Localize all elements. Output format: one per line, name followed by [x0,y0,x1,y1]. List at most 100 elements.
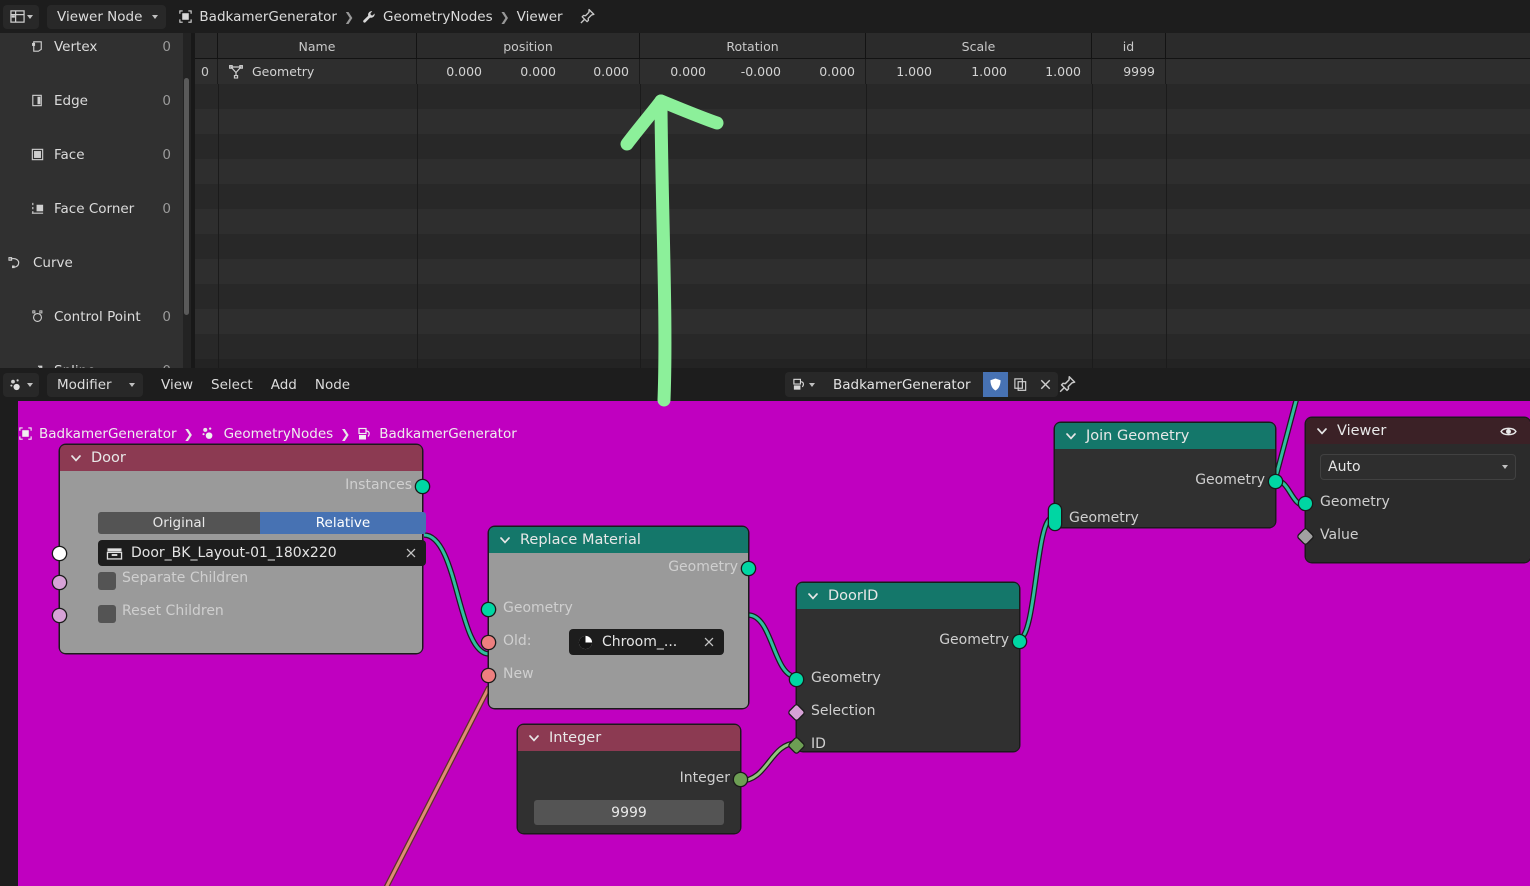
node-door-header[interactable]: Door [60,445,422,471]
table-body-background [195,84,1530,368]
ne-breadcrumb-nodegroup-label: BadkamerGenerator [379,425,517,442]
column-header-name[interactable]: Name [218,33,417,59]
column-header-scale[interactable]: Scale [866,33,1092,59]
socket-in-value[interactable] [1297,528,1314,545]
ne-breadcrumb-modifier[interactable]: GeometryNodes [201,425,334,442]
node-group-name-field[interactable]: BadkamerGenerator [821,372,983,397]
collapse-chevron-icon[interactable] [70,452,82,464]
collapse-chevron-icon[interactable] [499,534,511,546]
domain-row-vertex[interactable]: Vertex 0 [0,33,183,60]
unlink-button[interactable] [1032,372,1058,397]
geometry-nodes-editor-icon [10,378,20,390]
collapse-chevron-icon[interactable] [1316,425,1328,437]
domain-count: 0 [162,146,171,163]
cell-scale-x: 1.000 [896,64,932,79]
menu-node[interactable]: Node [315,377,350,393]
domain-label: Vertex [54,38,98,55]
object-field-value: Door_BK_Layout-01_180x220 [131,545,337,561]
socket-in-reset-children[interactable] [53,609,66,622]
node-viewer[interactable]: Viewer Auto Geometry Value [1297,418,1530,562]
viewer-domain-dropdown[interactable]: Auto [1320,454,1516,480]
domain-row-curve[interactable]: Curve [0,249,183,276]
button-original[interactable]: Original [98,512,260,534]
spreadsheet-domain-list: Vertex 0 Edge 0 Face 0 Face Corner 0 Cur… [0,33,183,600]
socket-in-geometry-multi[interactable] [1049,504,1061,530]
socket-out-integer[interactable] [734,773,747,786]
ne-breadcrumb-modifier-label: GeometryNodes [223,425,334,442]
node-join-geometry-body: Geometry Geometry [1049,449,1282,530]
socket-in-separate-children[interactable] [53,576,66,589]
domain-row-face-corner[interactable]: Face Corner 0 [0,195,183,222]
collapse-chevron-icon[interactable] [807,590,819,602]
pin-icon[interactable] [579,8,596,25]
spreadsheet-sidebar-scrollbar[interactable] [184,78,189,315]
spreadsheet-editor-type-button[interactable] [3,4,39,29]
socket-in-geometry[interactable] [482,603,495,616]
node-door-id[interactable]: DoorID Geometry Geometry Selection ID [788,583,1026,754]
node-integer-header[interactable]: Integer [518,725,740,751]
socket-in-id[interactable] [788,737,805,754]
socket-label-value: Value [1320,527,1359,543]
menu-select[interactable]: Select [211,377,253,393]
node-join-geometry[interactable]: Join Geometry Geometry Geometry [1049,423,1282,530]
material-field-old[interactable]: Chroom_... [569,629,724,655]
socket-in-new[interactable] [482,669,495,682]
breadcrumb-modifier[interactable]: GeometryNodes [361,9,493,25]
breadcrumb-modifier-label: GeometryNodes [383,8,493,25]
socket-in-old[interactable] [482,636,495,649]
pin-icon[interactable] [1058,375,1077,394]
breadcrumb-object[interactable]: BadkamerGenerator [178,9,337,25]
node-join-geometry-header[interactable]: Join Geometry [1055,423,1275,449]
domain-row-control-point[interactable]: Control Point 0 [0,303,183,330]
node-viewer-header[interactable]: Viewer [1306,418,1530,444]
ne-breadcrumb-nodegroup[interactable]: BadkamerGenerator [357,426,517,442]
node-group-icon [358,427,371,439]
node-integer[interactable]: Integer Integer 9999 [518,725,747,833]
domain-row-face[interactable]: Face 0 [0,141,183,168]
dataset-region-dropdown[interactable]: Viewer Node [47,4,167,29]
column-header-rotation[interactable]: Rotation [640,33,866,59]
cell-name-text: Geometry [252,64,315,79]
socket-in-object[interactable] [53,547,66,560]
collapse-chevron-icon[interactable] [528,732,540,744]
node-editor-toolbar-strip [0,401,18,886]
menu-view[interactable]: View [161,377,193,393]
node-editor-canvas[interactable]: BadkamerGenerator ❯ GeometryNodes ❯ Badk… [18,401,1530,886]
checkbox-separate-children[interactable] [98,572,116,590]
socket-label-id: ID [811,736,826,752]
socket-in-geometry[interactable] [790,673,803,686]
node-replace-material-header[interactable]: Replace Material [489,527,748,553]
collection-icon [106,547,123,560]
fake-user-toggle[interactable] [982,372,1008,397]
column-header-id[interactable]: id [1092,33,1166,59]
node-editor-type-button[interactable] [3,372,39,397]
menu-add[interactable]: Add [271,377,297,393]
socket-out-geometry[interactable] [1269,475,1282,488]
viewer-eye-icon[interactable] [1499,422,1518,441]
geometry-nodes-icon [202,427,212,439]
column-header-position[interactable]: position [417,33,640,59]
table-row[interactable]: 0 Geometry 0.000 0.000 0.000 0.000 -0.00… [195,59,1530,84]
chevron-down-icon [27,382,33,387]
socket-in-selection[interactable] [788,704,805,721]
node-replace-material[interactable]: Replace Material Geometry Geometry Old: [482,527,755,708]
node-group-type-button[interactable] [785,372,821,397]
object-field-door[interactable]: Door_BK_Layout-01_180x220 [98,540,426,566]
node-tree-type-dropdown[interactable]: Modifier [47,372,143,397]
button-relative[interactable]: Relative [260,512,426,534]
node-door[interactable]: Door Instances Original Relative Door_BK… [53,445,429,653]
breadcrumb-viewer[interactable]: Viewer [517,9,563,25]
domain-row-edge[interactable]: Edge 0 [0,87,183,114]
new-copy-button[interactable] [1007,372,1033,397]
socket-out-geometry[interactable] [1013,635,1026,648]
node-door-id-header[interactable]: DoorID [797,583,1019,609]
x-icon[interactable] [702,635,716,649]
socket-out-instances[interactable] [416,480,429,493]
integer-value-field[interactable]: 9999 [534,800,724,825]
socket-out-geometry[interactable] [742,562,755,575]
socket-in-geometry[interactable] [1299,497,1312,510]
x-icon[interactable] [404,546,418,560]
checkbox-reset-children[interactable] [98,605,116,623]
collapse-chevron-icon[interactable] [1065,430,1077,442]
ne-breadcrumb-object[interactable]: BadkamerGenerator [18,426,177,442]
